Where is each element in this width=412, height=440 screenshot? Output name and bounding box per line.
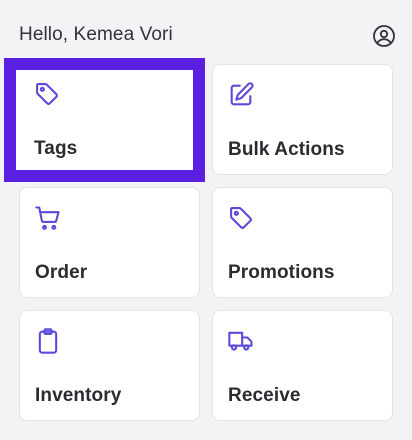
shopping-cart-icon (35, 206, 60, 230)
profile-button[interactable] (372, 24, 396, 48)
tile-tags[interactable]: Tags (19, 64, 200, 175)
tile-label-receive: Receive (228, 385, 301, 406)
user-circle-icon (373, 25, 395, 47)
greeting-text: Hello, Kemea Vori (19, 24, 173, 45)
clipboard-icon (38, 328, 58, 354)
tile-order[interactable]: Order (19, 187, 200, 298)
tile-label-order: Order (35, 262, 88, 283)
tile-label-promotions: Promotions (228, 262, 335, 283)
action-grid: Tags Bulk Actions Order Promotions Inven… (19, 64, 395, 424)
tile-bulk-actions[interactable]: Bulk Actions (212, 64, 393, 175)
tile-label-bulk-actions: Bulk Actions (228, 139, 345, 160)
truck-icon (228, 331, 253, 351)
tag-icon (230, 207, 252, 229)
tile-inventory[interactable]: Inventory (19, 310, 200, 421)
tile-receive[interactable]: Receive (212, 310, 393, 421)
edit-icon (230, 82, 254, 106)
tile-label-inventory: Inventory (35, 385, 122, 406)
tag-icon (36, 83, 58, 105)
tile-label-tags: Tags (34, 138, 78, 159)
header: Hello, Kemea Vori (0, 0, 412, 60)
tile-promotions[interactable]: Promotions (212, 187, 393, 298)
